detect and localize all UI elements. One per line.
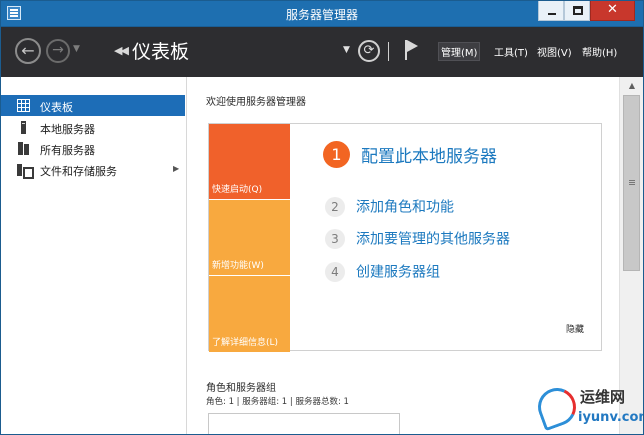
sidebar-item-all-servers[interactable]: 所有服务器 — [1, 138, 185, 159]
sidebar-item-label: 文件和存储服务 — [40, 165, 117, 178]
forward-button[interactable]: → — [46, 39, 70, 63]
maximize-button[interactable] — [564, 1, 590, 21]
server-icon — [17, 121, 30, 134]
hide-link[interactable]: 隐藏 — [566, 322, 584, 335]
step-add-other-servers[interactable]: 3 添加要管理的其他服务器 — [325, 228, 510, 249]
step-link[interactable]: 添加要管理的其他服务器 — [356, 232, 510, 248]
scroll-up-icon[interactable]: ▲ — [620, 77, 643, 95]
step-link[interactable]: 添加角色和功能 — [356, 200, 454, 216]
menu-tools[interactable]: 工具(T) — [494, 44, 528, 59]
menu-view[interactable]: 视图(V) — [537, 44, 572, 59]
menu-manage[interactable]: 管理(M) — [438, 42, 481, 61]
back-button[interactable]: ← — [15, 38, 41, 64]
scrollbar-thumb[interactable] — [623, 95, 640, 271]
step-number-badge: 2 — [325, 196, 345, 217]
grip-icon — [629, 180, 635, 181]
server-manager-window: 服务器管理器 ✕ ← → ▼ ◀◀ 仪表板 ▼ ⟳ 管理(M) 工具(T) 视图… — [0, 0, 644, 435]
sidebar-item-label: 所有服务器 — [40, 144, 95, 157]
sidebar-item-dashboard[interactable]: 仪表板 — [1, 95, 185, 116]
menu-help[interactable]: 帮助(H) — [582, 44, 617, 59]
watermark-title: 运维网 — [580, 388, 626, 406]
watermark-logo: 运维网 iyunv.com — [532, 382, 643, 434]
step-configure-local-server[interactable]: 1 配置此本地服务器 — [323, 141, 497, 168]
tab-quick-start[interactable]: 快速启动(Q) — [209, 124, 290, 199]
close-icon: ✕ — [607, 2, 618, 17]
tab-whats-new[interactable]: 新增功能(W) — [209, 200, 290, 275]
dropdown-icon[interactable]: ▼ — [343, 45, 350, 55]
navigation-pane: 仪表板 本地服务器 所有服务器 文件和存储服务 ▶ — [1, 77, 187, 434]
step-create-server-group[interactable]: 4 创建服务器组 — [325, 261, 440, 282]
step-link[interactable]: 创建服务器组 — [356, 265, 440, 281]
minimize-button[interactable] — [538, 1, 564, 21]
history-dropdown-icon[interactable]: ▼ — [73, 44, 80, 54]
welcome-heading: 欢迎使用服务器管理器 — [206, 97, 306, 108]
sidebar-item-local-server[interactable]: 本地服务器 — [1, 117, 185, 138]
sidebar-item-file-storage[interactable]: 文件和存储服务 ▶ — [1, 159, 185, 180]
step-link[interactable]: 配置此本地服务器 — [361, 147, 497, 167]
notifications-flag-icon[interactable] — [404, 39, 418, 61]
command-bar: ← → ▼ ◀◀ 仪表板 ▼ ⟳ 管理(M) 工具(T) 视图(V) 帮助(H) — [1, 27, 643, 77]
dashboard-icon — [17, 99, 30, 112]
sidebar-item-label: 仪表板 — [40, 101, 73, 114]
servers-icon — [17, 142, 30, 155]
tile-label: 快速启动(Q) — [212, 185, 263, 195]
step-number-badge: 4 — [325, 261, 345, 282]
step-number-badge: 1 — [323, 141, 350, 168]
maximize-icon — [573, 6, 583, 15]
sidebar-item-label: 本地服务器 — [40, 123, 95, 136]
roles-summary: 角色: 1 | 服务器组: 1 | 服务器总数: 1 — [206, 397, 349, 407]
title-bar[interactable]: 服务器管理器 ✕ — [1, 1, 643, 27]
logo-swoosh-icon — [532, 382, 582, 432]
arrow-right-icon: → — [52, 42, 64, 58]
arrow-left-icon: ← — [21, 41, 35, 60]
refresh-icon[interactable]: ⟳ — [358, 40, 380, 62]
vertical-scrollbar[interactable]: ▲ — [619, 77, 643, 434]
tab-learn-more[interactable]: 了解详细信息(L) — [209, 276, 290, 352]
expand-arrow-icon[interactable]: ▶ — [173, 164, 179, 173]
watermark-url: iyunv.com — [578, 410, 643, 425]
close-button[interactable]: ✕ — [590, 1, 635, 21]
welcome-tile-panel: 快速启动(Q) 新增功能(W) 了解详细信息(L) 1 配置此本地服务器 2 添加角… — [208, 123, 602, 352]
tile-label: 新增功能(W) — [212, 261, 264, 271]
role-tile[interactable] — [208, 413, 400, 434]
window-controls: ✕ — [538, 1, 635, 21]
roles-heading: 角色和服务器组 — [206, 383, 276, 394]
step-number-badge: 3 — [325, 228, 345, 249]
step-add-roles-features[interactable]: 2 添加角色和功能 — [325, 196, 454, 217]
divider — [388, 42, 389, 61]
storage-icon — [17, 163, 34, 179]
minimize-icon — [548, 13, 556, 15]
breadcrumb-separator-icon: ◀◀ — [114, 44, 129, 57]
page-title: 仪表板 — [132, 41, 190, 63]
flag-cloth — [407, 40, 418, 52]
dashboard-content: 欢迎使用服务器管理器 快速启动(Q) 新增功能(W) 了解详细信息(L) 1 配置… — [194, 77, 616, 434]
tile-label: 了解详细信息(L) — [212, 338, 279, 348]
